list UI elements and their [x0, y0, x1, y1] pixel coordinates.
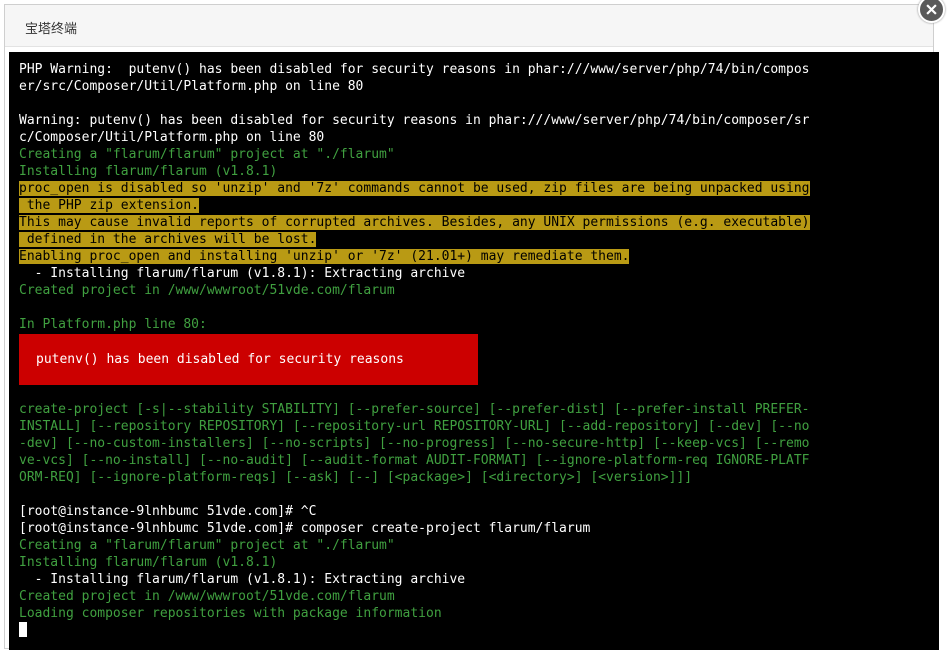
terminal-line: -dev] [--no-custom-installers] [--no-scr…: [19, 436, 810, 451]
terminal-line: Created project in /www/wwwroot/51vde.co…: [19, 589, 395, 604]
terminal-line: Created project in /www/wwwroot/51vde.co…: [19, 283, 395, 298]
terminal-line: Installing flarum/flarum (v1.8.1): [19, 555, 278, 570]
terminal-line: Installing flarum/flarum (v1.8.1): [19, 164, 278, 179]
terminal-line: create-project [-s|--stability STABILITY…: [19, 402, 810, 417]
terminal-line: In Platform.php line 80:: [19, 317, 207, 332]
terminal-dialog: 宝塔终端 PHP Warning: putenv() has been disa…: [4, 4, 939, 650]
error-box: putenv() has been disabled for security …: [19, 334, 478, 385]
terminal-line: Enabling proc_open and installing 'unzip…: [19, 249, 630, 264]
terminal-line: defined in the archives will be lost.: [19, 232, 317, 247]
terminal-line: the PHP zip extension.: [19, 198, 200, 213]
terminal-line: ORM-REQ] [--ignore-platform-reqs] [--ask…: [19, 470, 693, 485]
terminal-line: proc_open is disabled so 'unzip' and '7z…: [19, 181, 810, 196]
terminal-line: er/src/Composer/Util/Platform.php on lin…: [19, 79, 364, 94]
terminal-line: ve-vcs] [--no-install] [--no-audit] [--a…: [19, 453, 810, 468]
terminal-line: - Installing flarum/flarum (v1.8.1): Ext…: [19, 572, 466, 587]
terminal-line: INSTALL] [--repository REPOSITORY] [--re…: [19, 419, 810, 434]
terminal-cursor: [19, 622, 27, 637]
close-icon[interactable]: [918, 0, 945, 23]
dialog-title: 宝塔终端: [25, 22, 78, 37]
terminal-line: Loading composer repositories with packa…: [19, 606, 442, 621]
terminal-line: This may cause invalid reports of corrup…: [19, 215, 810, 230]
terminal-line: c/Composer/Util/Platform.php on line 80: [19, 130, 325, 145]
terminal-line: Creating a "flarum/flarum" project at ".…: [19, 147, 395, 162]
terminal-line: Warning: putenv() has been disabled for …: [19, 113, 810, 128]
terminal-line: - Installing flarum/flarum (v1.8.1): Ext…: [19, 266, 466, 281]
terminal-screen[interactable]: PHP Warning: putenv() has been disabled …: [9, 52, 939, 650]
terminal-line: [root@instance-9lnhbumc 51vde.com]# comp…: [19, 521, 591, 536]
dialog-titlebar[interactable]: 宝塔终端: [5, 5, 933, 47]
terminal-line: PHP Warning: putenv() has been disabled …: [19, 62, 810, 77]
terminal-line: Creating a "flarum/flarum" project at ".…: [19, 538, 395, 553]
terminal-prompt-line[interactable]: [19, 622, 810, 639]
terminal-line: [root@instance-9lnhbumc 51vde.com]# ^C: [19, 504, 317, 519]
